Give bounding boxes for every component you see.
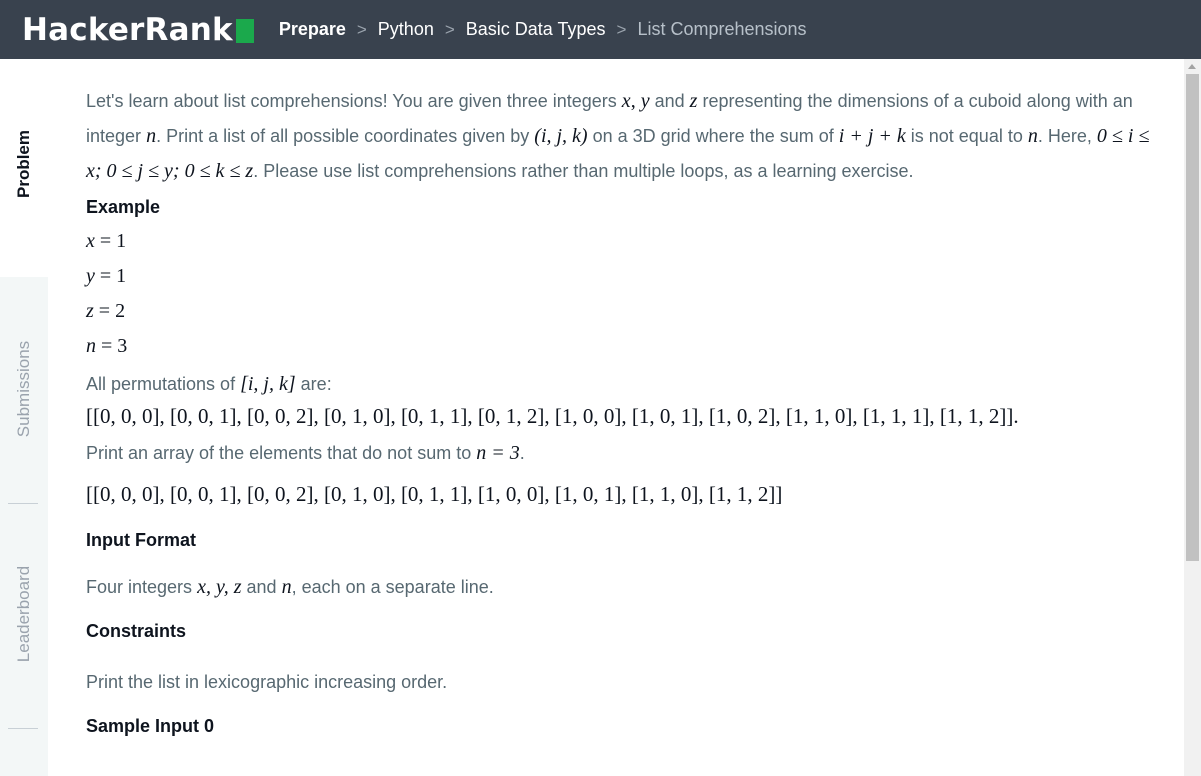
problem-statement: Let's learn about list comprehensions! Y… — [86, 84, 1166, 738]
math-n: n — [146, 125, 157, 147]
logo-cursor-block — [235, 18, 254, 43]
print-instruction: Print an array of the elements that do n… — [86, 438, 1166, 468]
input-and: and — [246, 577, 277, 597]
math-n: n — [1027, 125, 1038, 147]
intro-paragraph: Let's learn about list comprehensions! Y… — [86, 84, 1166, 189]
math-n: n — [281, 576, 292, 598]
example-heading: Example — [86, 197, 161, 217]
var-value: 3 — [117, 335, 128, 357]
input-text: , each on a separate line. — [291, 577, 494, 597]
chevron-right-icon: > — [616, 19, 627, 39]
chevron-right-icon: > — [444, 19, 455, 39]
example-var-z: z = 2 — [86, 294, 1166, 329]
all-permutations-array: [[0, 0, 0], [0, 0, 1], [0, 0, 2], [0, 1,… — [86, 404, 1019, 428]
example-var-n: n = 3 — [86, 329, 1166, 364]
var-name: n — [86, 335, 96, 357]
math-x: x — [621, 90, 631, 112]
tab-divider — [8, 503, 38, 504]
constraints-text: Print the list in lexicographic increasi… — [86, 672, 448, 692]
breadcrumb-list-comprehensions: List Comprehensions — [637, 19, 807, 39]
math-comma: , — [630, 90, 636, 112]
intro-text: . Print a list of all possible coordinat… — [156, 126, 530, 146]
intro-and: and — [654, 91, 685, 111]
permutations-line: All permutations of [i, j, k] are: — [86, 370, 1166, 398]
input-format-text: Four integers x, y, z and n, each on a s… — [86, 572, 1166, 602]
hackerrank-logo[interactable]: HackerRank — [22, 12, 254, 48]
perm-text: All permutations of — [86, 374, 236, 394]
logo-text: HackerRank — [22, 11, 233, 48]
example-var-y: y = 1 — [86, 259, 1166, 294]
math-n-eq: n = 3 — [476, 442, 520, 464]
var-eq: = — [94, 265, 117, 287]
var-eq: = — [93, 300, 116, 322]
tab-leaderboard[interactable]: Leaderboard — [14, 566, 34, 662]
chevron-right-icon: > — [356, 19, 367, 39]
breadcrumb-python[interactable]: Python — [378, 19, 434, 40]
breadcrumb-prepare[interactable]: Prepare — [279, 19, 346, 40]
scrollbar[interactable] — [1184, 59, 1201, 776]
intro-text: Let's learn about list comprehensions! Y… — [86, 91, 617, 111]
math-ijk-list: [i, j, k] — [240, 373, 296, 395]
math-y: y — [640, 90, 650, 112]
scroll-up-arrow-icon[interactable] — [1188, 64, 1196, 69]
var-eq: = — [96, 335, 118, 357]
math-ijk: (i, j, k) — [534, 125, 588, 147]
intro-text: is not equal to — [910, 126, 1023, 146]
math-z: z — [689, 90, 698, 112]
sample-input-heading: Sample Input 0 — [86, 716, 215, 736]
math-sum: i + j + k — [838, 125, 906, 147]
breadcrumb: Prepare > Python > Basic Data Types > Li… — [279, 19, 807, 40]
scrollbar-thumb[interactable] — [1186, 74, 1199, 561]
var-eq: = — [94, 230, 117, 252]
intro-text: . Please use list comprehensions rather … — [253, 161, 914, 181]
example-vars: x = 1 y = 1 z = 2 n = 3 — [86, 224, 1166, 364]
var-name: y — [86, 265, 95, 287]
result-array: [[0, 0, 0], [0, 0, 1], [0, 0, 2], [0, 1,… — [86, 482, 783, 506]
math-xyz: x, y, z — [197, 576, 242, 598]
breadcrumb-basic-data-types[interactable]: Basic Data Types — [466, 19, 606, 40]
constraints-heading: Constraints — [86, 621, 187, 641]
top-nav-bar: HackerRank Prepare > Python > Basic Data… — [0, 0, 1201, 59]
tab-problem[interactable]: Problem — [0, 59, 48, 277]
var-name: z — [86, 300, 94, 322]
perm-are: are: — [300, 374, 332, 394]
var-value: 1 — [116, 265, 127, 287]
tab-problem-label: Problem — [14, 129, 33, 199]
tab-submissions[interactable]: Submissions — [14, 341, 34, 437]
tab-divider — [8, 728, 38, 729]
input-format-heading: Input Format — [86, 530, 196, 550]
example-var-x: x = 1 — [86, 224, 1166, 259]
var-name: x — [86, 230, 95, 252]
print-text: Print an array of the elements that do n… — [86, 443, 472, 463]
intro-text: Here, — [1047, 126, 1092, 146]
var-value: 1 — [116, 230, 127, 252]
input-text: Four integers — [86, 577, 193, 597]
intro-text: on a 3D grid where the sum of — [592, 126, 834, 146]
intro-text: . — [1037, 126, 1043, 146]
print-dot: . — [519, 443, 525, 463]
var-value: 2 — [115, 300, 126, 322]
side-tabs: Problem Submissions Leaderboard — [0, 59, 48, 776]
